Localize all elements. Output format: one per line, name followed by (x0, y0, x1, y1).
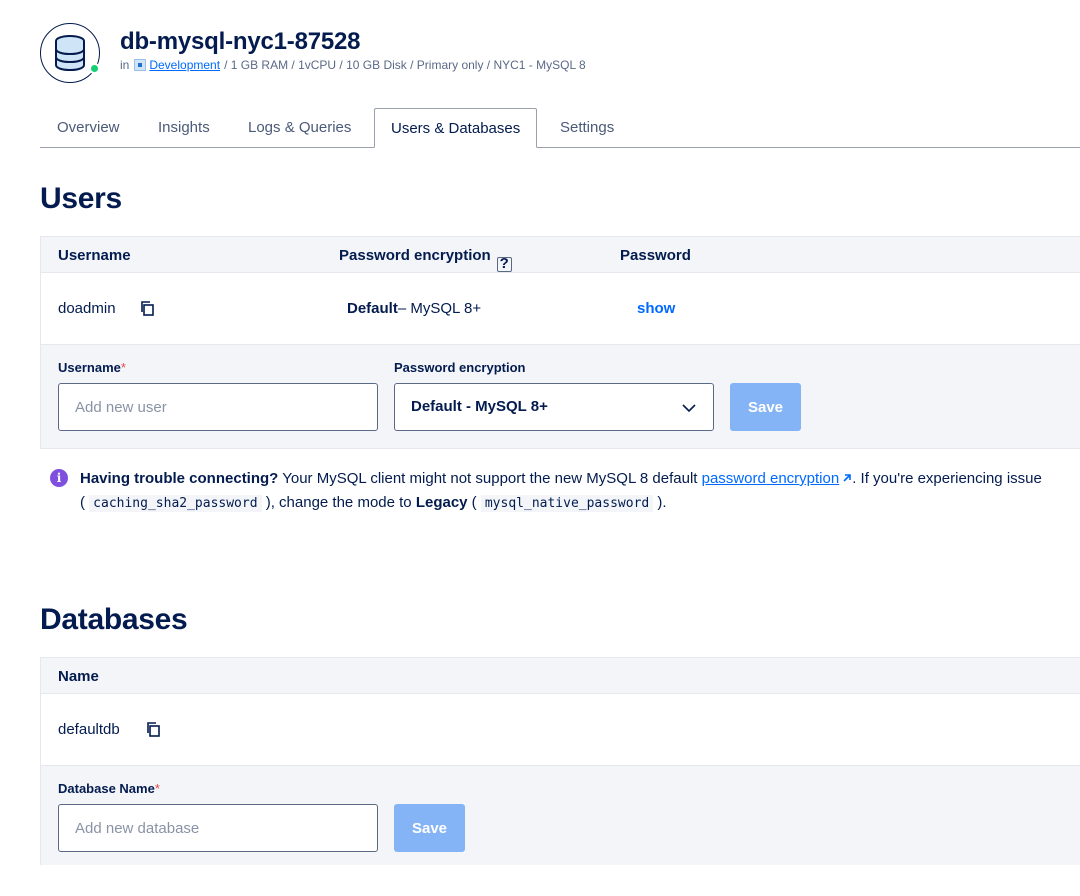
users-table-header: Username Password encryption? Password (41, 237, 1080, 273)
username-cell: doadmin (58, 300, 116, 317)
help-icon[interactable]: ? (496, 256, 512, 272)
encryption-cell-rest: – MySQL 8+ (397, 300, 482, 317)
page-title: db-mysql-nyc1-87528 (120, 28, 361, 55)
tab-logs-queries[interactable]: Logs & Queries (248, 108, 351, 148)
add-database-form: Database Name* Save (41, 765, 1080, 865)
database-avatar (40, 23, 100, 83)
username-input[interactable] (58, 383, 378, 431)
col-password-encryption: Password encryption? (339, 247, 512, 272)
chevron-down-icon (682, 404, 696, 413)
databases-table-header: Name (41, 658, 1080, 694)
databases-heading: Databases (40, 603, 188, 636)
tab-settings[interactable]: Settings (560, 108, 614, 148)
code-caching-sha2: caching_sha2_password (89, 495, 262, 512)
table-row: doadmin Default– MySQL 8+ show (41, 273, 1080, 344)
show-password-link[interactable]: show (637, 300, 675, 317)
copy-icon[interactable] (145, 721, 161, 737)
project-icon (134, 59, 147, 71)
project-link[interactable]: Development (149, 58, 220, 72)
tab-insights[interactable]: Insights (158, 108, 210, 148)
database-name-cell: defaultdb (58, 721, 120, 738)
database-name-input[interactable] (58, 804, 378, 852)
col-username: Username (58, 247, 131, 264)
database-icon (55, 35, 85, 72)
col-name: Name (58, 668, 99, 685)
users-heading: Users (40, 182, 122, 215)
status-online-dot (89, 63, 100, 74)
meta-specs: / 1 GB RAM / 1vCPU / 10 GB Disk / Primar… (224, 58, 586, 72)
notice-line-2: ( caching_sha2_password ), change the mo… (80, 494, 667, 512)
encryption-cell: Default– MySQL 8+ (347, 300, 481, 317)
col-password-encryption-label: Password encryption (339, 247, 491, 264)
encryption-cell-bold: Default (347, 300, 398, 317)
tab-users-databases[interactable]: Users & Databases (374, 108, 538, 148)
add-user-form: Username* Password encryption Default - … (41, 344, 1080, 448)
table-row: defaultdb (41, 694, 1080, 765)
col-password: Password (620, 247, 691, 264)
info-icon: i (50, 469, 68, 487)
databases-panel: Name defaultdb Database Name* Save (40, 657, 1080, 865)
tab-bar: Overview Insights Logs & Queries Users &… (40, 108, 1080, 148)
copy-icon[interactable] (139, 300, 155, 316)
username-field-label: Username* (58, 360, 126, 375)
database-meta: in Development / 1 GB RAM / 1vCPU / 10 G… (120, 58, 586, 72)
save-user-button[interactable]: Save (730, 383, 801, 431)
users-panel: Username Password encryption? Password d… (40, 236, 1080, 449)
save-database-button[interactable]: Save (394, 804, 465, 852)
password-encryption-link[interactable]: password encryption (702, 470, 840, 487)
meta-prefix: in (120, 58, 130, 72)
tab-overview[interactable]: Overview (57, 108, 120, 148)
encryption-field-label: Password encryption (394, 360, 526, 375)
external-link-icon (843, 474, 852, 482)
notice-line-1: Having trouble connecting? Your MySQL cl… (80, 470, 1042, 487)
encryption-select[interactable]: Default - MySQL 8+ (394, 383, 714, 431)
code-mysql-native: mysql_native_password (480, 495, 654, 512)
database-name-field-label: Database Name* (58, 781, 160, 796)
encryption-select-value: Default - MySQL 8+ (411, 398, 548, 415)
